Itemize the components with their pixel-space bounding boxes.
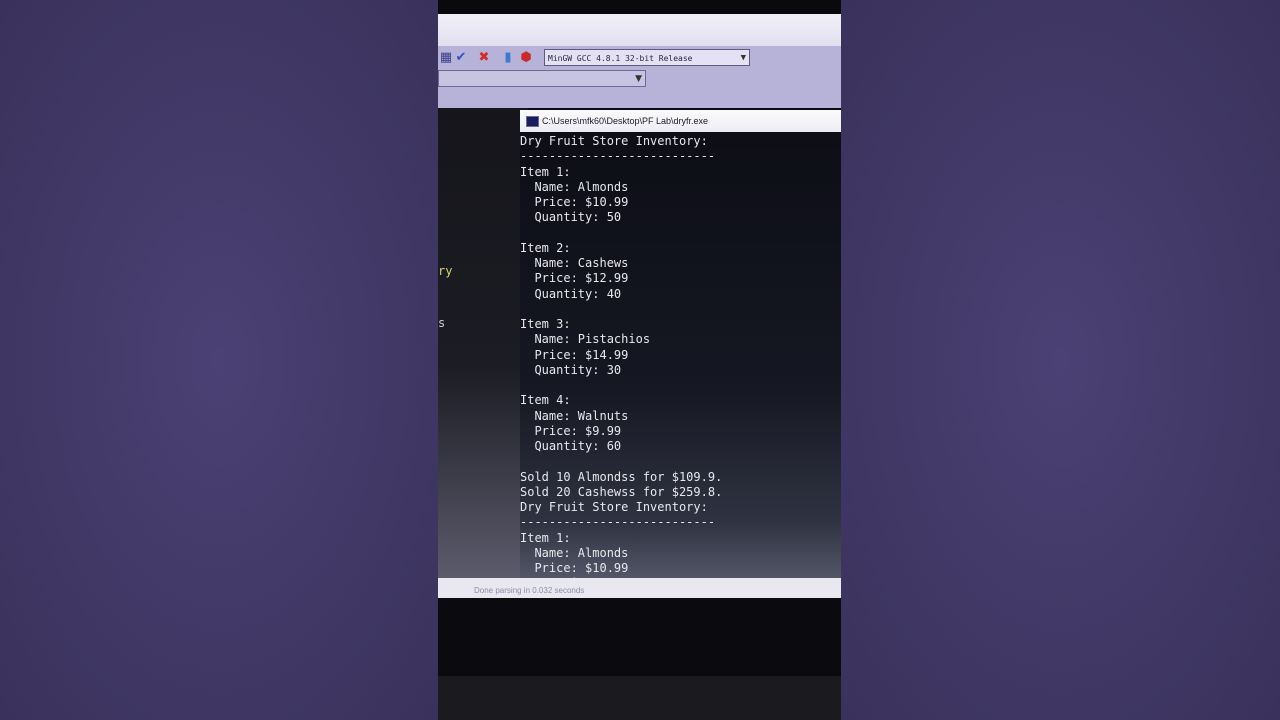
- blurred-background-right: [841, 0, 1280, 720]
- console-output: Dry Fruit Store Inventory: --------------…: [520, 132, 841, 590]
- grid-icon[interactable]: ▦: [438, 50, 454, 66]
- console-window[interactable]: C:\Users\mfk60\Desktop\PF Lab\dryfr.exe …: [520, 110, 841, 590]
- ide-toolbar: [438, 14, 841, 46]
- chart-icon[interactable]: ▮: [500, 50, 516, 66]
- debug-icon[interactable]: ⬢: [518, 50, 534, 66]
- console-line: Price: $9.99: [520, 423, 622, 438]
- desk-edge: [438, 676, 841, 720]
- editor-fragment: s: [438, 316, 446, 330]
- console-line: Name: Walnuts: [520, 408, 629, 423]
- console-line: Quantity: 60: [520, 439, 622, 453]
- monitor-bezel-top: [438, 0, 841, 14]
- console-line: Price: $12.99: [520, 271, 629, 286]
- chevron-down-icon: ▼: [740, 53, 746, 63]
- editor-fragment: ry: [438, 264, 453, 278]
- scope-select[interactable]: ▼: [438, 70, 646, 87]
- console-title: C:\Users\mfk60\Desktop\PF Lab\dryfr.exe: [542, 116, 709, 126]
- console-line: Name: Cashews: [520, 256, 629, 270]
- console-line: Name: Almonds: [520, 179, 629, 194]
- console-line: Quantity: 40: [520, 286, 622, 301]
- blurred-background-left: [0, 0, 438, 720]
- console-line: Item 1:: [520, 530, 571, 545]
- console-title-bar[interactable]: C:\Users\mfk60\Desktop\PF Lab\dryfr.exe: [520, 110, 841, 132]
- code-editor[interactable]: [438, 108, 528, 578]
- console-line: Quantity: 50: [520, 210, 622, 225]
- console-line: Price: $14.99: [520, 347, 629, 362]
- console-line: ---------------------------: [520, 149, 716, 164]
- console-line: Item 4:: [520, 393, 571, 408]
- console-line: Price: $10.99: [520, 195, 629, 209]
- console-line: Item 1:: [520, 164, 571, 179]
- photographed-screen: ▦ ✔ ✖ ▮ ⬢ MinGW GCC 4.8.1 32-bit Release…: [438, 0, 841, 720]
- console-line: Name: Pistachios: [520, 332, 651, 347]
- console-line: Price: $10.99: [520, 561, 629, 575]
- console-line: Name: Almonds: [520, 545, 629, 560]
- console-app-icon: [526, 116, 539, 127]
- console-line: ---------------------------: [520, 515, 716, 530]
- compiler-select-value: MinGW GCC 4.8.1 32-bit Release: [548, 54, 693, 63]
- check-icon[interactable]: ✔: [453, 50, 469, 66]
- status-text: Done parsing in 0.032 seconds: [474, 586, 585, 595]
- console-lines: Dry Fruit Store Inventory: --------------…: [520, 134, 722, 590]
- console-line: Sold 20 Cashewss for $259.8.: [520, 484, 723, 499]
- chevron-down-icon: ▼: [635, 74, 642, 84]
- console-line: Item 3:: [520, 317, 571, 331]
- console-line: Quantity: 30: [520, 362, 622, 377]
- close-icon[interactable]: ✖: [476, 50, 492, 66]
- console-line: Item 2:: [520, 240, 571, 255]
- console-line: Sold 10 Almondss for $109.9.: [520, 469, 723, 484]
- compiler-select[interactable]: MinGW GCC 4.8.1 32-bit Release ▼: [544, 49, 750, 66]
- console-line: Dry Fruit Store Inventory:: [520, 500, 708, 514]
- console-line: Dry Fruit Store Inventory:: [520, 134, 708, 148]
